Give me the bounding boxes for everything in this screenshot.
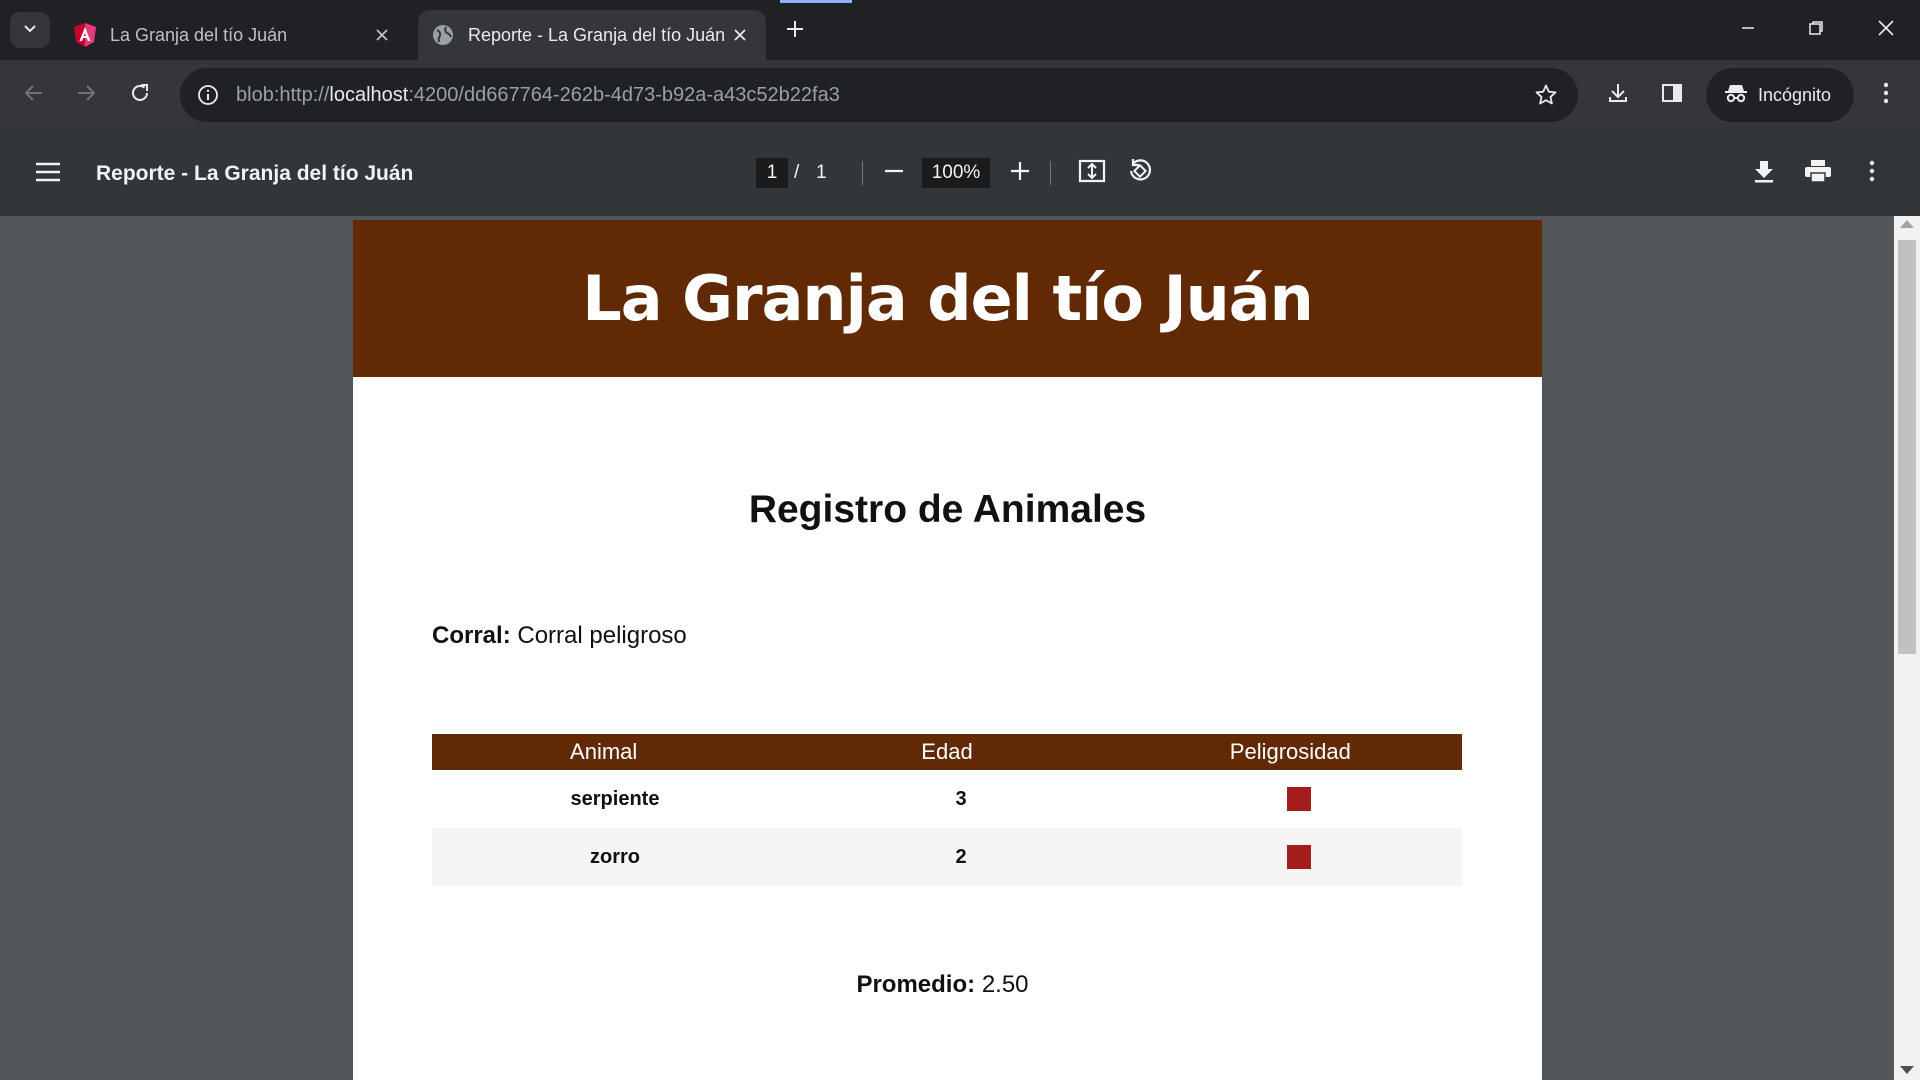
page-total: 1 — [816, 162, 827, 183]
danger-swatch — [1287, 845, 1311, 869]
close-icon[interactable] — [726, 21, 754, 49]
side-panel-icon — [1660, 81, 1684, 110]
toolbar-divider — [862, 161, 863, 185]
url-scheme: blob:http:// — [236, 83, 330, 106]
zoom-input[interactable]: 100% — [922, 158, 990, 188]
bookmark-star-icon[interactable] — [1528, 77, 1564, 113]
arrow-right-icon — [75, 82, 97, 109]
angular-icon — [72, 22, 98, 48]
cell-edad: 3 — [955, 787, 967, 810]
forward-button[interactable] — [66, 75, 106, 115]
loading-indicator — [780, 0, 852, 3]
report-banner: La Granja del tío Juán — [353, 220, 1542, 377]
pdf-toolbar: Reporte - La Granja del tío Juán 1 / 1 1… — [0, 130, 1920, 216]
minimize-icon — [1740, 20, 1756, 41]
minus-icon — [884, 161, 904, 186]
restore-icon — [1808, 20, 1824, 41]
more-vert-icon — [1869, 160, 1875, 187]
reload-button[interactable] — [120, 75, 160, 115]
plus-icon — [1010, 161, 1030, 186]
scroll-thumb[interactable] — [1898, 240, 1916, 654]
table-header: Animal Edad Peligrosidad — [432, 734, 1462, 770]
restore-button[interactable] — [1782, 0, 1850, 60]
tab-strip: La Granja del tío Juán Reporte - La Gran… — [0, 0, 1920, 60]
more-vert-icon — [1883, 82, 1889, 109]
back-button[interactable] — [14, 75, 54, 115]
download-icon — [1606, 81, 1630, 110]
side-panel-button[interactable] — [1652, 75, 1692, 115]
column-header-peligrosidad: Peligrosidad — [1229, 739, 1351, 764]
cell-animal: serpiente — [570, 787, 660, 810]
tab-reporte[interactable]: Reporte - La Granja del tío Juán — [418, 10, 766, 60]
incognito-label: Incógnito — [1758, 84, 1832, 105]
cell-peligrosidad — [1124, 845, 1462, 869]
pdf-sidebar-button[interactable] — [28, 154, 68, 194]
danger-swatch — [1287, 787, 1311, 811]
average-label: Promedio: — [856, 971, 976, 998]
chevron-down-icon — [22, 20, 38, 41]
zoom-out-button[interactable] — [874, 153, 914, 193]
globe-icon — [430, 22, 456, 48]
menu-icon — [35, 162, 61, 187]
table-row: zorro 2 — [432, 828, 1462, 886]
downloads-button[interactable] — [1598, 75, 1638, 115]
tab-granja[interactable]: La Granja del tío Juán — [60, 10, 408, 60]
animals-table: Animal Edad Peligrosidad serpiente 3 zor… — [432, 734, 1462, 886]
arrow-left-icon — [23, 82, 45, 109]
banner-title: La Granja del tío Juán — [582, 262, 1314, 335]
minimize-button[interactable] — [1714, 0, 1782, 60]
incognito-icon — [1724, 82, 1748, 109]
vertical-scrollbar[interactable] — [1894, 216, 1920, 1080]
average-value: 2.50 — [981, 971, 1029, 998]
column-header-animal: Animal — [570, 739, 638, 764]
pdf-download-button[interactable] — [1744, 153, 1784, 193]
close-window-button[interactable] — [1852, 0, 1920, 60]
column-header-edad: Edad — [921, 739, 973, 764]
plus-icon — [786, 20, 804, 43]
url-text: blob:http://localhost:4200/dd667764-262b… — [236, 84, 840, 107]
average-line: Promedio: 2.50 — [353, 971, 1542, 999]
incognito-badge[interactable]: Incógnito — [1706, 68, 1854, 122]
scroll-down-arrow[interactable] — [1900, 1066, 1914, 1074]
print-icon — [1804, 159, 1832, 188]
corral-label: Corral: — [432, 622, 511, 649]
page-separator: / — [794, 162, 800, 183]
fit-page-icon — [1078, 159, 1106, 188]
toolbar-divider — [1050, 161, 1051, 185]
pdf-page: La Granja del tío Juán Registro de Anima… — [353, 220, 1542, 1080]
zoom-in-button[interactable] — [1000, 153, 1040, 193]
tab-title: La Granja del tío Juán — [110, 24, 288, 45]
browser-toolbar: blob:http://localhost:4200/dd667764-262b… — [0, 60, 1920, 130]
new-tab-button[interactable] — [778, 14, 812, 48]
tab-title: Reporte - La Granja del tío Juán — [468, 24, 726, 45]
browser-menu-button[interactable] — [1866, 75, 1906, 115]
table-row: serpiente 3 — [432, 770, 1462, 828]
tab-search-button[interactable] — [10, 12, 50, 48]
rotate-button[interactable] — [1120, 153, 1160, 193]
pdf-viewport[interactable]: La Granja del tío Juán Registro de Anima… — [0, 216, 1920, 1080]
fit-page-button[interactable] — [1072, 153, 1112, 193]
address-bar[interactable]: blob:http://localhost:4200/dd667764-262b… — [180, 68, 1578, 122]
report-heading: Registro de Animales — [748, 488, 1147, 531]
url-host: localhost — [329, 83, 409, 106]
cell-animal: zorro — [590, 845, 640, 868]
download-icon — [1753, 159, 1775, 188]
corral-value: Corral peligroso — [517, 622, 687, 649]
pdf-more-button[interactable] — [1852, 153, 1892, 193]
page-number-input[interactable]: 1 — [756, 158, 788, 188]
close-icon — [1877, 19, 1895, 42]
corral-line: Corral: Corral peligroso — [432, 622, 687, 650]
site-info-icon[interactable] — [190, 77, 226, 113]
close-icon[interactable] — [368, 21, 396, 49]
reload-icon — [129, 82, 151, 109]
pdf-title: Reporte - La Granja del tío Juán — [96, 162, 414, 185]
print-button[interactable] — [1798, 153, 1838, 193]
cell-edad: 2 — [955, 845, 967, 868]
url-path: :4200/dd667764-262b-4d73-b92a-a43c52b22f… — [408, 83, 840, 106]
rotate-icon — [1127, 158, 1153, 189]
cell-peligrosidad — [1124, 787, 1462, 811]
scroll-up-arrow[interactable] — [1900, 220, 1914, 228]
